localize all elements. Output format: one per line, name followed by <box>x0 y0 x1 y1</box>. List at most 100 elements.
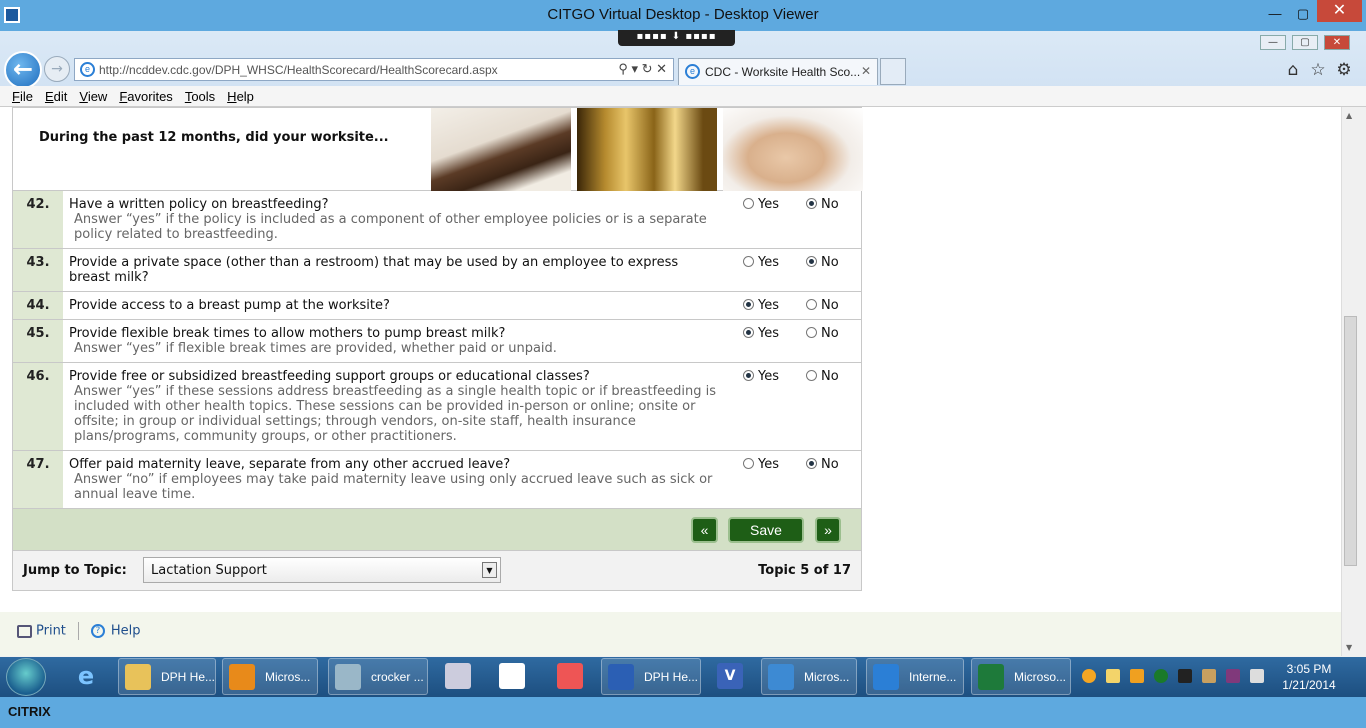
help-icon[interactable]: ? <box>90 624 105 638</box>
yes-radio-option[interactable]: Yes <box>743 326 779 341</box>
no-radio-option[interactable]: No <box>806 298 839 313</box>
menu-file[interactable]: File <box>12 89 33 104</box>
browser-tab[interactable]: e CDC - Worksite Health Sco... ✕ <box>678 58 878 85</box>
scrollbar-thumb[interactable] <box>1344 316 1357 566</box>
no-radio-option[interactable]: No <box>806 457 839 472</box>
no-radio-button[interactable] <box>806 458 817 469</box>
settings-gear-icon[interactable]: ⚙ <box>1334 60 1354 80</box>
taskbar-pinned-visio[interactable]: V <box>708 658 752 695</box>
tab-close-icon[interactable]: ✕ <box>861 64 871 78</box>
chevron-down-icon[interactable]: ▼ <box>482 562 497 578</box>
no-radio-button[interactable] <box>806 299 817 310</box>
citrix-logo: CITRIX <box>8 704 51 719</box>
browser-restore-button[interactable]: ▢ <box>1292 35 1318 50</box>
question-text: Provide a private space (other than a re… <box>69 255 679 285</box>
ie-page-icon: e <box>80 62 95 77</box>
yes-radio-button[interactable] <box>743 370 754 381</box>
menu-edit[interactable]: Edit <box>45 89 67 104</box>
yes-radio-option[interactable]: Yes <box>743 457 779 472</box>
taskbar-pinned-blank[interactable] <box>490 658 534 695</box>
taskbar-item[interactable]: crocker ... <box>328 658 428 695</box>
yes-radio-option[interactable]: Yes <box>743 298 779 313</box>
browser-minimize-button[interactable]: — <box>1260 35 1286 50</box>
scroll-down-icon[interactable]: ▼ <box>1346 643 1352 652</box>
page-footer-area <box>0 612 1341 656</box>
no-radio-button[interactable] <box>806 256 817 267</box>
clock-date: 1/21/2014 <box>1282 678 1336 692</box>
menu-tools[interactable]: Tools <box>185 89 215 104</box>
yes-radio-button[interactable] <box>743 327 754 338</box>
yes-radio-option[interactable]: Yes <box>743 369 779 384</box>
taskbar-item[interactable]: DPH He... <box>601 658 701 695</box>
yes-radio-button[interactable] <box>743 198 754 209</box>
taskbar-item[interactable]: DPH He... <box>118 658 216 695</box>
yes-radio-button[interactable] <box>743 256 754 267</box>
taskbar-item-label: Micros... <box>265 670 311 684</box>
question-body: Have a written policy on breastfeeding? A… <box>63 191 861 248</box>
close-button[interactable]: ✕ <box>1317 0 1362 22</box>
start-button[interactable] <box>6 658 46 696</box>
minimize-button[interactable]: — <box>1262 4 1288 24</box>
forward-button[interactable]: → <box>44 56 70 82</box>
ie-icon <box>873 664 899 690</box>
tray-audio-device-icon[interactable] <box>1178 669 1192 683</box>
lync-icon <box>768 664 794 690</box>
question-text: Offer paid maternity leave, separate fro… <box>69 457 511 472</box>
address-tools-icons[interactable]: ⚲ ▾ ↻ ✕ <box>618 61 667 77</box>
taskbar-pinned-calculator[interactable] <box>436 658 480 695</box>
no-radio-option[interactable]: No <box>806 369 839 384</box>
survey-header-text: During the past 12 months, did your work… <box>39 130 389 145</box>
vertical-scrollbar[interactable]: ▲ ▼ <box>1341 107 1358 656</box>
jump-to-topic-select[interactable]: Lactation Support ▼ <box>143 557 501 583</box>
taskbar-pinned-tool[interactable] <box>548 658 592 695</box>
previous-topic-button[interactable]: « <box>691 517 718 543</box>
tray-outlook-icon[interactable] <box>1130 669 1144 683</box>
menu-favorites[interactable]: Favorites <box>119 89 172 104</box>
windows-taskbar: e DPH He... Micros... crocker ... DPH He...… <box>0 657 1366 697</box>
yes-radio-option[interactable]: Yes <box>743 197 779 212</box>
header-photo-door <box>577 108 717 191</box>
favorites-star-icon[interactable]: ☆ <box>1308 60 1328 80</box>
scroll-up-icon[interactable]: ▲ <box>1346 111 1352 120</box>
no-radio-option[interactable]: No <box>806 255 839 270</box>
no-radio-button[interactable] <box>806 370 817 381</box>
print-icon[interactable] <box>17 624 32 638</box>
home-icon[interactable]: ⌂ <box>1283 60 1303 80</box>
menu-help[interactable]: Help <box>227 89 254 104</box>
yes-radio-button[interactable] <box>743 458 754 469</box>
no-radio-option[interactable]: No <box>806 197 839 212</box>
system-clock[interactable]: 3:05 PM 1/21/2014 <box>1272 661 1346 693</box>
tray-update-icon[interactable] <box>1082 669 1096 683</box>
no-radio-option[interactable]: No <box>806 326 839 341</box>
taskbar-item[interactable]: Interne... <box>866 658 964 695</box>
tray-volume-icon[interactable] <box>1250 669 1264 683</box>
address-bar[interactable]: e http://ncddev.cdc.gov/DPH_WHSC/HealthS… <box>74 58 674 81</box>
taskbar-item[interactable]: Micros... <box>761 658 857 695</box>
tray-onenote-icon[interactable] <box>1226 669 1240 683</box>
menu-view[interactable]: View <box>79 89 107 104</box>
yes-radio-button[interactable] <box>743 299 754 310</box>
browser-close-button[interactable]: ✕ <box>1324 35 1350 50</box>
next-topic-button[interactable]: » <box>815 517 841 543</box>
yes-radio-option[interactable]: Yes <box>743 255 779 270</box>
tray-sync-icon[interactable] <box>1154 669 1168 683</box>
jump-select-value: Lactation Support <box>151 563 267 578</box>
print-link[interactable]: Print <box>36 624 66 639</box>
divider <box>77 622 79 640</box>
header-photo-man <box>431 108 571 191</box>
question-body: Provide access to a breast pump at the w… <box>63 292 861 319</box>
back-button[interactable]: ← <box>4 51 42 89</box>
no-radio-button[interactable] <box>806 198 817 209</box>
taskbar-pinned-ie[interactable]: e <box>64 658 108 695</box>
taskbar-item[interactable]: Micros... <box>222 658 318 695</box>
no-radio-button[interactable] <box>806 327 817 338</box>
citrix-toolbar-tab[interactable]: ▪▪▪▪ ⬇ ▪▪▪▪ <box>618 30 735 46</box>
new-tab-button[interactable] <box>880 58 906 85</box>
restore-button[interactable]: ▢ <box>1290 4 1316 24</box>
yes-label: Yes <box>758 326 779 341</box>
save-button[interactable]: Save <box>728 517 804 543</box>
tray-mail-icon[interactable] <box>1106 669 1120 683</box>
help-link[interactable]: Help <box>111 624 141 639</box>
tray-network-icon[interactable] <box>1202 669 1216 683</box>
taskbar-item[interactable]: Microso... <box>971 658 1071 695</box>
